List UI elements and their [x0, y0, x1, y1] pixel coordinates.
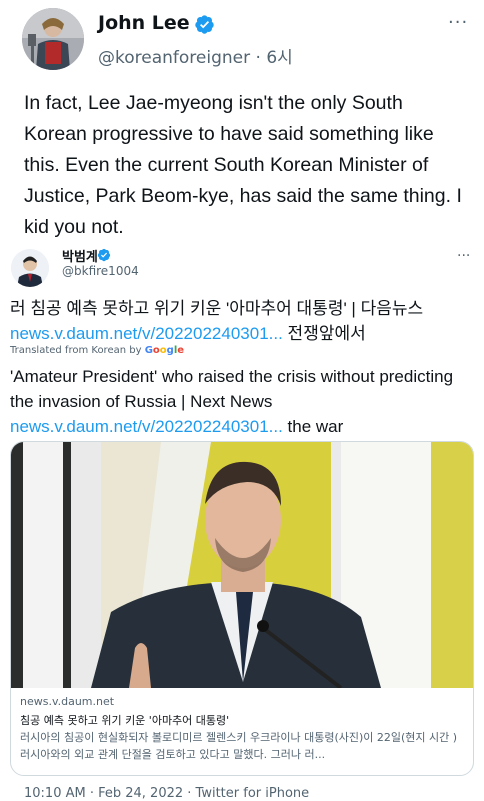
link-preview-description: 러시아의 침공이 현실화되자 볼로디미르 젤렌스키 우크라이나 대통령(사진)이… [20, 731, 458, 761]
link-preview-title: 침공 예측 못하고 위기 키운 '아마추어 대통령' [20, 714, 230, 727]
author-name[interactable]: John Lee [98, 12, 190, 34]
quoted-tweet-text-original: 러 침공 예측 못하고 위기 키운 '아마추어 대통령' | 다음뉴스 news… [10, 299, 424, 343]
tweet-time: 6시 [266, 48, 293, 68]
tweet-text: In fact, Lee Jae-myeong isn't the only S… [24, 92, 462, 238]
quoted-author-avatar[interactable] [11, 249, 49, 287]
quoted-tweet-text-translated: 'Amateur President' who raised the crisi… [10, 367, 454, 436]
quoted-author-handle[interactable]: @bkfire1004 [62, 264, 139, 278]
quoted-link-original[interactable]: news.v.daum.net/v/202202240301... [10, 324, 283, 343]
author-handle[interactable]: @koreanforeigner · 6시 [98, 43, 293, 68]
quoted-verified-badge-icon [97, 248, 111, 262]
quoted-link-translated[interactable]: news.v.daum.net/v/202202240301... [10, 417, 283, 436]
link-preview-image [11, 442, 473, 688]
link-preview-domain: news.v.daum.net [20, 695, 115, 708]
more-options-icon[interactable]: ··· [448, 12, 468, 33]
verified-badge-icon [195, 15, 214, 34]
tweet-timestamp-source[interactable]: 10:10 AM · Feb 24, 2022 · Twitter for iP… [24, 786, 309, 801]
translated-by-label[interactable]: Translated from Korean by Google [10, 345, 184, 356]
author-avatar[interactable] [22, 8, 84, 70]
quoted-author-name[interactable]: 박범계 [62, 246, 98, 265]
quoted-more-options-icon[interactable]: ··· [457, 248, 470, 264]
